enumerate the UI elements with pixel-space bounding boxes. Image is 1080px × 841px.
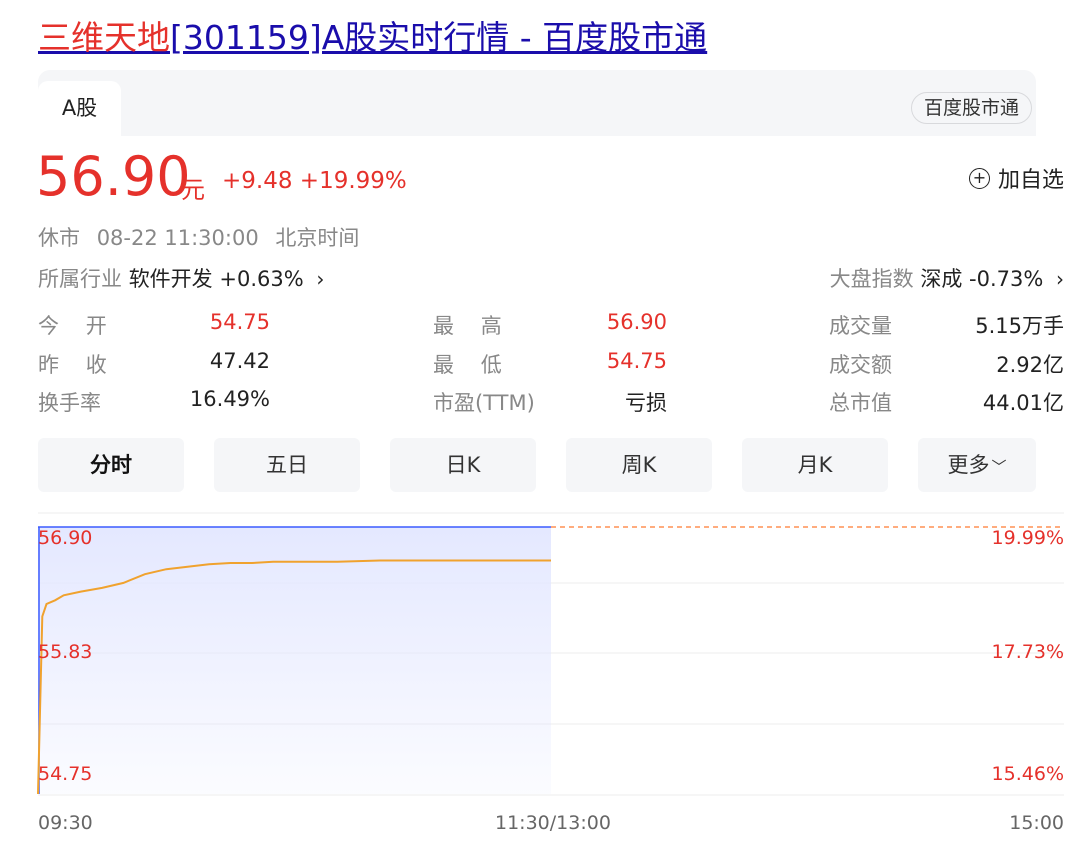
stat-label: 今 开 [38, 314, 107, 338]
stat-label: 最 低 [433, 353, 502, 377]
market-status: 休市 [38, 226, 80, 250]
industry-name: 软件开发 [128, 267, 213, 291]
industry-change: +0.63% [219, 267, 304, 291]
price-area-fill [38, 527, 551, 794]
add-watchlist-label: 加自选 [997, 168, 1064, 193]
percent-tick: 15.46% [991, 763, 1064, 785]
stat-label: 总市值 [829, 391, 892, 415]
tab-daily-k[interactable]: 日K [390, 438, 536, 492]
tab-label: 月K [797, 453, 833, 477]
tab-label: 五日 [266, 453, 308, 477]
chevron-down-icon: ﹀ [991, 458, 1007, 476]
chart-canvas [37, 512, 1064, 796]
percent-tick: 17.73% [991, 641, 1064, 663]
tab-a-share[interactable]: A股 [38, 81, 121, 136]
price-tick: 56.90 [38, 527, 93, 549]
page-title-link[interactable]: 三维天地[301159]A股实时行情 - 百度股市通 [38, 18, 707, 58]
percent-tick: 19.99% [991, 527, 1064, 549]
stat-value: 56.90 [606, 310, 667, 334]
tab-five-day[interactable]: 五日 [214, 438, 360, 492]
industry-label: 所属行业 [38, 267, 122, 291]
price-tick: 54.75 [38, 763, 93, 785]
intraday-chart[interactable]: 56.90 55.83 54.75 19.99% 17.73% 15.46% 09:30 11… [0, 500, 1080, 841]
stat-value: 亏损 [625, 391, 667, 415]
tab-weekly-k[interactable]: 周K [566, 438, 712, 492]
time-tick: 09:30 [38, 812, 93, 834]
price-unit: 元 [181, 176, 205, 204]
stat-value: 47.42 [209, 349, 270, 373]
tab-label: 分时 [90, 453, 132, 477]
tab-monthly-k[interactable]: 月K [742, 438, 888, 492]
chevron-right-icon: › [316, 267, 325, 291]
chevron-right-icon: › [1056, 267, 1064, 291]
title-rest[interactable]: [301159]A股实时行情 - 百度股市通 [170, 18, 707, 57]
stat-value: 54.75 [606, 349, 667, 373]
quote-timezone: 北京时间 [275, 226, 360, 250]
tab-label: 更多 [947, 453, 990, 477]
stat-value: 44.01亿 [982, 391, 1064, 415]
price-tick: 55.83 [38, 641, 93, 663]
stat-value: 5.15万手 [975, 314, 1064, 338]
tab-label: 日K [445, 453, 481, 477]
stat-label: 市盈(TTM) [433, 391, 535, 415]
current-price: 56.90 [36, 145, 191, 208]
market-index-name: 深成 [920, 267, 963, 291]
stat-label: 成交量 [829, 314, 892, 338]
source-badge[interactable]: 百度股市通 [910, 92, 1032, 124]
stat-label: 成交额 [829, 353, 892, 377]
stat-value: 2.92亿 [996, 353, 1064, 377]
market-index-label: 大盘指数 [829, 267, 914, 291]
tab-more[interactable]: 更多 ﹀ [918, 438, 1036, 492]
price-change: +9.48 +19.99% [222, 168, 407, 194]
tab-label: 周K [621, 453, 657, 477]
time-tick: 15:00 [1009, 812, 1064, 834]
market-tabbar: A股 百度股市通 [38, 70, 1036, 136]
stat-label: 昨 收 [38, 353, 107, 377]
stat-label: 最 高 [433, 314, 502, 338]
market-index-change: -0.73% [969, 267, 1044, 291]
quote-time: 08-22 11:30:00 [96, 226, 259, 250]
stat-value: 54.75 [209, 310, 270, 334]
stat-value: 16.49% [189, 387, 270, 411]
industry-link[interactable]: 所属行业 软件开发 +0.63% › [38, 263, 324, 293]
add-watchlist-button[interactable]: + 加自选 [968, 162, 1064, 194]
time-tick: 11:30/13:00 [495, 812, 611, 834]
stat-label: 换手率 [38, 391, 101, 415]
trading-status: 休市 08-22 11:30:00 北京时间 [38, 222, 369, 252]
market-index-link[interactable]: 大盘指数 深成 -0.73% › [830, 263, 1064, 293]
plus-circle-icon: + [968, 167, 990, 189]
title-stock-name[interactable]: 三维天地 [38, 18, 170, 57]
tab-intraday[interactable]: 分时 [38, 438, 184, 492]
